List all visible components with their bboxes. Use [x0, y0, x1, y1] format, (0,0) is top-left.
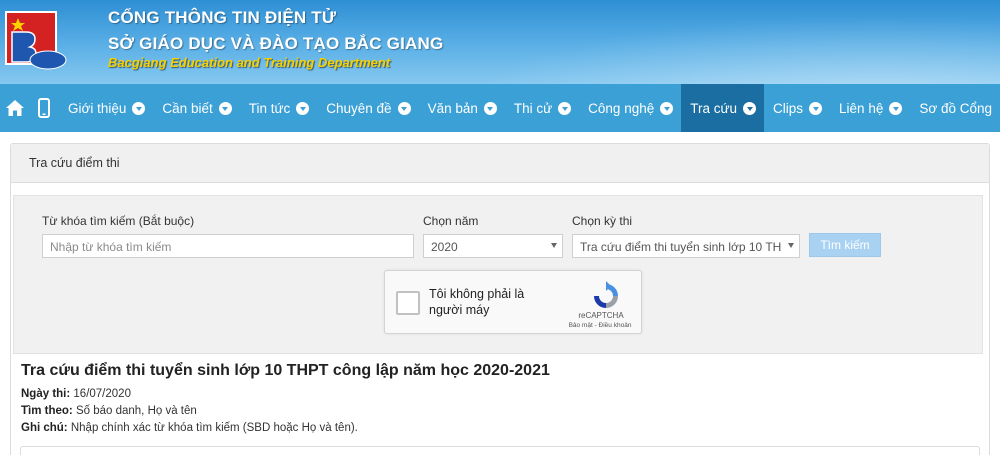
nav-label: Thi cử — [513, 100, 553, 116]
nav-item-van-ban[interactable]: Văn bản — [419, 84, 505, 132]
main-nav: Giới thiệu Cần biết Tin tức Chuyên đề Vă… — [0, 84, 1000, 132]
recaptcha-widget: Tôi không phải là người máy reCAPTCHA Bả… — [384, 270, 642, 334]
chevron-down-icon — [296, 101, 310, 115]
caret-down-icon — [551, 243, 557, 248]
search-by-label: Tìm theo: — [21, 405, 73, 417]
nav-item-tin-tuc[interactable]: Tin tức — [240, 84, 318, 132]
exam-value: Tra cứu điểm thi tuyển sinh lớp 10 TH — [580, 240, 782, 254]
home-icon[interactable] — [0, 84, 30, 132]
recaptcha-brand: reCAPTCHA — [578, 311, 624, 320]
header-subtitle: Bacgiang Education and Training Departme… — [108, 55, 391, 70]
nav-label: Chuyên đề — [326, 100, 392, 116]
year-select[interactable]: 2020 — [423, 234, 563, 258]
recaptcha-label: Tôi không phải là người máy — [429, 287, 525, 317]
nav-item-so-do-cong[interactable]: Sơ đồ Cổng — [910, 84, 1000, 132]
chevron-down-icon — [809, 101, 823, 115]
exam-label: Chọn kỳ thi — [572, 214, 633, 228]
nav-item-gioi-thieu[interactable]: Giới thiệu — [59, 84, 153, 132]
nav-label: Cần biết — [162, 100, 213, 116]
nav-label: Giới thiệu — [68, 100, 127, 116]
panel-title: Tra cứu điểm thi — [11, 144, 989, 183]
header-title-line2: SỞ GIÁO DỤC VÀ ĐÀO TẠO BẮC GIANG — [108, 34, 444, 53]
exam-date-label: Ngày thi: — [21, 388, 71, 400]
nav-item-tra-cuu[interactable]: Tra cứu — [681, 84, 765, 132]
nav-item-cong-nghe[interactable]: Công nghệ — [579, 84, 681, 132]
nav-label: Liên hệ — [839, 100, 884, 116]
nav-item-thi-cu[interactable]: Thi cử — [505, 84, 579, 132]
nav-label: Văn bản — [427, 100, 478, 116]
nav-item-clips[interactable]: Clips — [764, 84, 830, 132]
exam-date-row: Ngày thi: 16/07/2020 — [21, 388, 131, 400]
keyword-label: Từ khóa tìm kiếm (Bắt buộc) — [42, 214, 195, 228]
year-value: 2020 — [431, 240, 458, 254]
search-button[interactable]: Tìm kiếm — [809, 233, 881, 257]
note-label: Ghi chú: — [21, 422, 68, 434]
exam-select[interactable]: Tra cứu điểm thi tuyển sinh lớp 10 TH — [572, 234, 800, 258]
year-label: Chọn năm — [423, 214, 479, 228]
search-by-row: Tìm theo: Số báo danh, Họ và tên — [21, 405, 197, 417]
results-area — [20, 446, 980, 455]
nav-item-lien-he[interactable]: Liên hệ — [830, 84, 910, 132]
chevron-down-icon — [218, 101, 232, 115]
chevron-down-icon — [483, 101, 497, 115]
recaptcha-checkbox[interactable] — [396, 291, 420, 315]
search-by-value: Số báo danh, Họ và tên — [75, 405, 197, 417]
nav-item-can-biet[interactable]: Cần biết — [153, 84, 239, 132]
header-title-line1: CỔNG THÔNG TIN ĐIỆN TỬ — [108, 8, 337, 27]
recaptcha-links[interactable]: Bảo mật - Điều khoản — [550, 322, 650, 329]
nav-label: Tin tức — [248, 100, 291, 116]
nav-label: Công nghệ — [588, 100, 655, 116]
nav-label: Sơ đồ Cổng — [919, 100, 992, 116]
recaptcha-icon — [594, 281, 618, 308]
chevron-down-icon — [397, 101, 411, 115]
chevron-down-icon — [743, 101, 757, 115]
chevron-down-icon — [132, 101, 146, 115]
keyword-input[interactable]: Nhập từ khóa tìm kiếm — [42, 234, 414, 258]
caret-down-icon — [788, 243, 794, 248]
nav-label: Tra cứu — [690, 100, 738, 116]
chevron-down-icon — [660, 101, 674, 115]
exam-date-value: 16/07/2020 — [73, 388, 131, 400]
site-logo[interactable] — [4, 10, 70, 76]
note-value: Nhập chính xác từ khóa tìm kiếm (SBD hoặ… — [70, 422, 358, 434]
nav-item-chuyen-de[interactable]: Chuyên đề — [317, 84, 418, 132]
nav-label: Clips — [773, 100, 804, 116]
site-header: CỔNG THÔNG TIN ĐIỆN TỬ SỞ GIÁO DỤC VÀ ĐÀ… — [0, 0, 1000, 84]
chevron-down-icon — [889, 101, 903, 115]
note-row: Ghi chú: Nhập chính xác từ khóa tìm kiếm… — [21, 422, 358, 434]
header-decoration — [400, 0, 1000, 84]
search-form: Từ khóa tìm kiếm (Bắt buộc) Nhập từ khóa… — [13, 195, 983, 354]
mobile-icon[interactable] — [30, 84, 60, 132]
result-title: Tra cứu điểm thi tuyển sinh lớp 10 THPT … — [21, 362, 550, 379]
chevron-down-icon — [558, 101, 572, 115]
